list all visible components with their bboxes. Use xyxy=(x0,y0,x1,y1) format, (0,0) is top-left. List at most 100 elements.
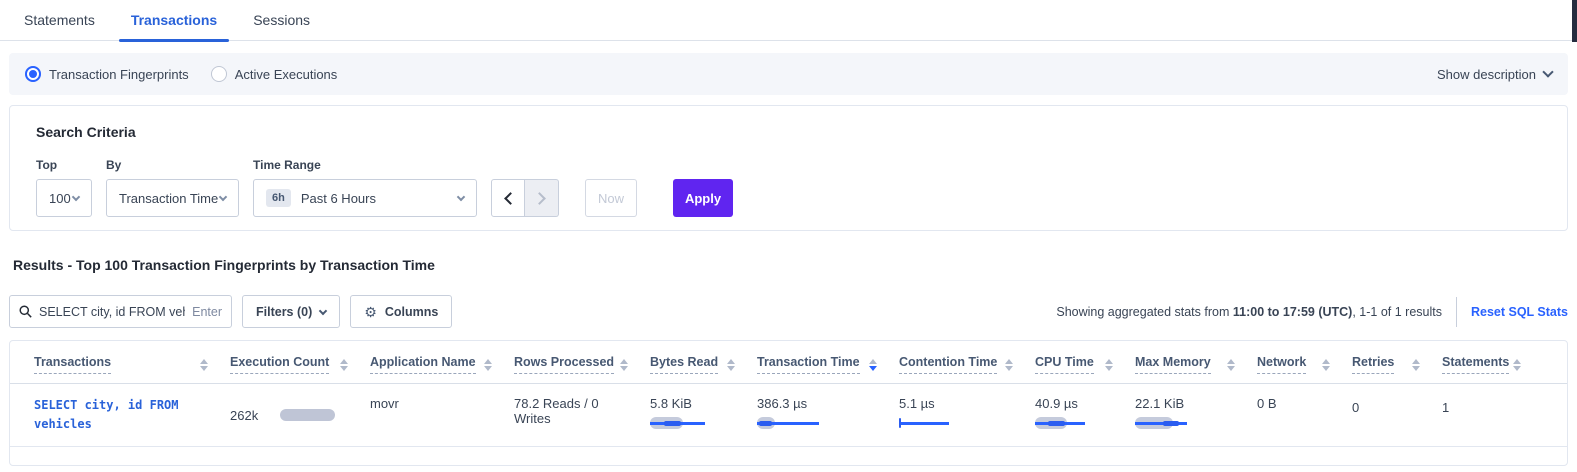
column-header-statements: Statements xyxy=(1442,341,1543,383)
sort-arrows-icon[interactable] xyxy=(200,359,208,371)
statements-value: 1 xyxy=(1442,400,1449,415)
column-label[interactable]: Network xyxy=(1257,355,1306,374)
table-row: SELECT city, id FROM vehicles 262k movr … xyxy=(10,384,1567,447)
filters-button[interactable]: Filters (0) xyxy=(242,295,340,328)
search-enter-hint[interactable]: Enter xyxy=(192,305,222,319)
column-header-execution-count: Execution Count xyxy=(230,341,370,383)
sort-arrows-icon[interactable] xyxy=(727,359,735,371)
page-tabbar: Statements Transactions Sessions xyxy=(0,0,1577,41)
radio-unselected-icon xyxy=(211,66,227,82)
top-select-value: 100 xyxy=(49,191,71,206)
column-label[interactable]: Contention Time xyxy=(899,355,997,374)
reset-sql-stats-link[interactable]: Reset SQL Stats xyxy=(1471,305,1568,319)
time-prev-button[interactable] xyxy=(491,179,525,217)
column-label[interactable]: Retries xyxy=(1352,355,1394,374)
radio-transaction-fingerprints-label: Transaction Fingerprints xyxy=(49,67,189,82)
columns-button-label: Columns xyxy=(385,305,438,319)
search-icon xyxy=(19,305,32,318)
column-label[interactable]: Max Memory xyxy=(1135,355,1211,374)
chevron-down-icon xyxy=(72,193,80,201)
radio-transaction-fingerprints[interactable]: Transaction Fingerprints xyxy=(25,66,189,82)
stats-range: 11:00 to 17:59 (UTC) xyxy=(1233,305,1352,319)
tab-sessions[interactable]: Sessions xyxy=(241,0,322,41)
search-input[interactable] xyxy=(39,305,185,319)
sort-arrows-icon[interactable] xyxy=(1005,359,1013,371)
results-toolbar: Enter Filters (0) ⚙ Columns Showing aggr… xyxy=(9,295,1568,328)
column-header-cpu-time: CPU Time xyxy=(1035,341,1135,383)
column-label[interactable]: CPU Time xyxy=(1035,355,1094,374)
chevron-down-icon xyxy=(1542,66,1553,77)
stats-prefix: Showing aggregated stats from xyxy=(1056,305,1233,319)
max-memory-cell: 22.1 KiB xyxy=(1135,384,1257,446)
column-label[interactable]: Bytes Read xyxy=(650,355,718,374)
chevron-right-icon xyxy=(533,192,546,205)
sort-arrows-icon[interactable] xyxy=(1322,359,1330,371)
column-label[interactable]: Transactions xyxy=(34,355,111,374)
search-box[interactable]: Enter xyxy=(9,295,232,328)
results-table-card: Transactions Execution Count Application N… xyxy=(9,340,1568,466)
by-select-value: Transaction Time xyxy=(119,191,218,206)
sort-arrows-icon[interactable] xyxy=(1105,359,1113,371)
tab-statements[interactable]: Statements xyxy=(12,0,107,41)
column-label[interactable]: Application Name xyxy=(370,355,476,374)
bytes-read-bar xyxy=(650,417,720,429)
view-toggle-strip: Transaction Fingerprints Active Executio… xyxy=(9,53,1568,95)
execution-count-bar xyxy=(280,409,335,421)
bytes-read-value: 5.8 KiB xyxy=(650,396,735,411)
column-header-transactions: Transactions xyxy=(34,341,230,383)
column-header-bytes-read: Bytes Read xyxy=(650,341,757,383)
view-radio-group: Transaction Fingerprints Active Executio… xyxy=(25,66,337,82)
transaction-time-bar xyxy=(757,417,827,429)
sort-arrows-icon[interactable] xyxy=(484,359,492,371)
column-header-retries: Retries xyxy=(1352,341,1442,383)
by-select[interactable]: Transaction Time xyxy=(106,179,239,217)
sort-arrows-icon[interactable] xyxy=(869,359,877,371)
time-next-button[interactable] xyxy=(525,179,559,217)
now-button[interactable]: Now xyxy=(585,179,637,217)
column-header-contention-time: Contention Time xyxy=(899,341,1035,383)
max-memory-bar xyxy=(1135,417,1205,429)
by-field: By Transaction Time xyxy=(106,158,239,217)
column-header-network: Network xyxy=(1257,341,1352,383)
show-description-toggle[interactable]: Show description xyxy=(1437,67,1552,82)
execution-count-value: 262k xyxy=(230,408,258,423)
table-header-row: Transactions Execution Count Application N… xyxy=(10,341,1567,384)
contention-time-bar xyxy=(899,417,969,429)
transaction-time-cell: 386.3 µs xyxy=(757,384,899,446)
column-label[interactable]: Statements xyxy=(1442,355,1509,374)
stats-suffix: , 1-1 of 1 results xyxy=(1352,305,1442,319)
transaction-time-value: 386.3 µs xyxy=(757,396,877,411)
filters-button-label: Filters (0) xyxy=(256,305,312,319)
time-range-label: Time Range xyxy=(253,158,477,172)
cpu-time-cell: 40.9 µs xyxy=(1035,384,1135,446)
column-header-max-memory: Max Memory xyxy=(1135,341,1257,383)
column-label[interactable]: Rows Processed xyxy=(514,355,614,374)
sort-arrows-icon[interactable] xyxy=(340,359,348,371)
window-edge-artifact xyxy=(1572,0,1577,42)
sort-arrows-icon[interactable] xyxy=(1227,359,1235,371)
column-header-application-name: Application Name xyxy=(370,341,514,383)
top-select[interactable]: 100 xyxy=(36,179,92,217)
chevron-left-icon xyxy=(504,192,517,205)
time-range-badge: 6h xyxy=(266,189,291,207)
contention-time-value: 5.1 µs xyxy=(899,396,1013,411)
sort-arrows-icon[interactable] xyxy=(620,359,628,371)
aggregated-stats-text: Showing aggregated stats from 11:00 to 1… xyxy=(1056,305,1442,319)
radio-active-executions[interactable]: Active Executions xyxy=(211,66,338,82)
apply-button[interactable]: Apply xyxy=(673,179,733,217)
time-range-value: Past 6 Hours xyxy=(301,191,376,206)
time-range-select[interactable]: 6h Past 6 Hours xyxy=(253,179,477,217)
columns-button[interactable]: ⚙ Columns xyxy=(350,295,452,328)
column-label[interactable]: Execution Count xyxy=(230,355,329,374)
gear-icon: ⚙ xyxy=(364,305,377,319)
contention-time-cell: 5.1 µs xyxy=(899,384,1035,446)
transaction-fingerprint-link[interactable]: SELECT city, id FROM vehicles xyxy=(34,398,179,431)
cpu-time-value: 40.9 µs xyxy=(1035,396,1113,411)
radio-active-executions-label: Active Executions xyxy=(235,67,338,82)
sort-arrows-icon[interactable] xyxy=(1412,359,1420,371)
chevron-down-icon xyxy=(457,193,465,201)
column-label[interactable]: Transaction Time xyxy=(757,355,860,374)
tab-transactions[interactable]: Transactions xyxy=(119,0,229,41)
sort-arrows-icon[interactable] xyxy=(1513,359,1521,371)
time-range-field: Time Range 6h Past 6 Hours xyxy=(253,158,477,217)
